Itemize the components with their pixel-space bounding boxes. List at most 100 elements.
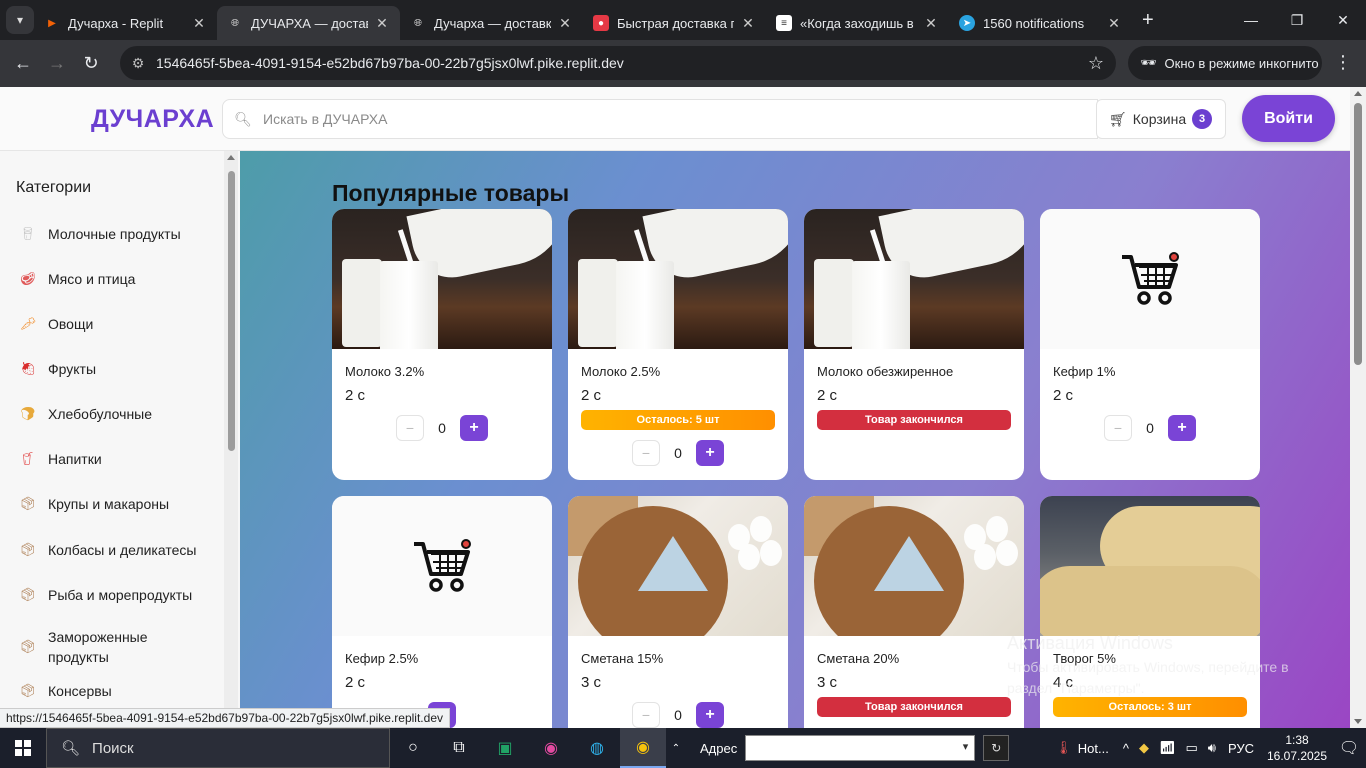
app-icon[interactable]: ◉ [528, 728, 574, 768]
sidebar-item[interactable]: 🥕︎ Овощи [18, 314, 218, 334]
decrease-button[interactable]: − [632, 702, 660, 728]
excel-icon[interactable]: ▣ [482, 728, 528, 768]
weather-label[interactable]: Hot... [1078, 741, 1109, 756]
close-icon[interactable]: ✕ [191, 15, 207, 32]
browser-toolbar: ← → ↻ ⚙ 1546465f-5bea-4091-9154-e52bd67b… [0, 40, 1366, 87]
address-input[interactable]: ▾ [745, 735, 976, 761]
product-price: 2 с [817, 387, 838, 404]
search-input[interactable]: 🔍︎ Искать в ДУЧАРХА [222, 99, 1098, 139]
tab-article[interactable]: ≡ «Когда заходишь в с ✕ [766, 6, 949, 40]
product-image[interactable] [332, 209, 552, 349]
page-scrollbar[interactable] [1350, 87, 1366, 728]
sidebar-item[interactable]: 🥤︎ Напитки [18, 449, 218, 469]
product-card[interactable]: Молоко 2.5% 2 с Осталось: 5 шт −0 + [568, 209, 788, 480]
sidebar-scrollbar[interactable] [224, 151, 238, 728]
start-button[interactable] [0, 740, 46, 756]
product-image[interactable] [1040, 496, 1260, 636]
cortana-icon[interactable]: ○ [390, 728, 436, 768]
taskbar-search[interactable]: 🔍︎ Поиск [46, 728, 390, 768]
decrease-button[interactable]: − [632, 440, 660, 466]
close-icon[interactable]: ✕ [557, 15, 573, 32]
task-view-icon[interactable]: ⧉ [436, 728, 482, 768]
product-name: Сметана 15% [581, 651, 664, 666]
product-image[interactable] [1040, 209, 1260, 349]
forward-icon[interactable]: → [40, 53, 74, 74]
product-image[interactable] [332, 496, 552, 636]
sidebar-item[interactable]: 📦︎ Рыба и морепродукты [18, 585, 218, 605]
tab-telegram[interactable]: ➤ 1560 notifications ✕ [949, 6, 1132, 40]
close-window-icon[interactable]: ✕ [1320, 0, 1366, 40]
windows-taskbar: 🔍︎ Поиск ○ ⧉ ▣ ◉ ◍ ◉ ⌃ Адрес ▾ ↻ 🌡︎ Hot.… [0, 728, 1366, 768]
sidebar-item[interactable]: 🥩︎ Мясо и птица [18, 269, 218, 289]
decrease-button[interactable]: − [396, 415, 424, 441]
close-icon[interactable]: ✕ [1106, 15, 1122, 32]
taskbar-search-label: Поиск [92, 739, 134, 757]
notifications-icon[interactable]: 🗨︎ [1332, 738, 1366, 758]
site-logo[interactable]: ДУЧАРХА [91, 105, 214, 134]
back-icon[interactable]: ← [6, 53, 40, 74]
tab-search-button[interactable]: ▾ [6, 6, 34, 34]
chevron-up-icon[interactable]: ^ [1123, 741, 1129, 756]
box-icon: 📦︎ [19, 587, 37, 602]
close-icon[interactable]: ✕ [740, 15, 756, 32]
cart-placeholder-icon [414, 539, 471, 592]
bookmark-star-icon[interactable]: ☆ [1076, 53, 1116, 74]
volume-icon[interactable]: 🔊︎ [1208, 740, 1216, 756]
sidebar-item[interactable]: 🥛︎ Молочные продукты [18, 224, 218, 244]
product-card[interactable]: Сметана 15% 3 с −0 + [568, 496, 788, 728]
increase-button[interactable]: + [696, 702, 724, 728]
product-card[interactable]: Кефир 1% 2 с −0 + [1040, 209, 1260, 480]
product-card[interactable]: Молоко обезжиренное 2 с Товар закончился [804, 209, 1024, 480]
language-indicator[interactable]: РУС [1228, 741, 1254, 756]
address-bar[interactable]: ⚙ 1546465f-5bea-4091-9154-e52bd67b97ba-0… [120, 46, 1116, 80]
incognito-indicator[interactable]: 🕶︎ Окно в режиме инкогнито [1128, 46, 1322, 80]
new-tab-button[interactable]: + [1142, 9, 1154, 32]
site-info-icon[interactable]: ⚙ [120, 55, 156, 72]
taskbar-scroll-icon[interactable]: ⌃ [666, 728, 686, 768]
sidebar-item-label: Хлебобулочные [48, 406, 153, 422]
product-image[interactable] [568, 496, 788, 636]
increase-button[interactable]: + [460, 415, 488, 441]
chrome-icon[interactable]: ◉ [620, 728, 666, 768]
product-name: Кефир 1% [1053, 364, 1116, 379]
maximize-icon[interactable]: ❐ [1274, 0, 1320, 40]
reload-icon[interactable]: ↻ [74, 53, 108, 74]
product-card[interactable]: Сметана 20% 3 с Товар закончился [804, 496, 1024, 728]
menu-icon[interactable]: ⋮ [1334, 52, 1352, 73]
sidebar-item[interactable]: 📦︎ Крупы и макароны [18, 494, 218, 514]
windows-activation-text: Чтобы активировать Windows, перейдите в … [1007, 659, 1289, 696]
close-icon[interactable]: ✕ [923, 15, 939, 32]
tab-replit[interactable]: ▶ Дучарха - Replit ✕ [34, 6, 217, 40]
chevron-down-icon[interactable]: ▾ [963, 740, 969, 753]
product-card[interactable]: Кефир 2.5%2 с+ [332, 496, 552, 728]
network-icon[interactable]: 📶︎ [1159, 740, 1176, 756]
tab-fast-delivery[interactable]: ● Быстрая доставка пр ✕ [583, 6, 766, 40]
tab-title: Быстрая доставка пр [617, 15, 734, 31]
tab-ducharha-active[interactable]: 🌐︎ ДУЧАРХА — доставка ✕ [217, 6, 400, 40]
tab-ducharha[interactable]: 🌐︎ Дучарха — доставка ✕ [400, 6, 583, 40]
cart-button[interactable]: 🛒︎ Корзина 3 [1096, 99, 1226, 139]
product-name: Молоко 3.2% [345, 364, 425, 379]
close-icon[interactable]: ✕ [374, 15, 390, 32]
sidebar-item[interactable]: 📦︎ Консервы [18, 681, 218, 701]
increase-button[interactable]: + [696, 440, 724, 466]
increase-button[interactable]: + [1168, 415, 1196, 441]
product-card[interactable]: Молоко 3.2% 2 с −0 + [332, 209, 552, 480]
clock[interactable]: 1:38 16.07.2025 [1262, 732, 1332, 764]
sidebar-item[interactable]: 🍓︎ Фрукты [18, 359, 218, 379]
decrease-button[interactable]: − [1104, 415, 1132, 441]
go-icon[interactable]: ↻ [983, 735, 1010, 761]
sidebar-item[interactable]: 📦︎ Замороженные продукты [18, 627, 218, 667]
product-image[interactable] [804, 496, 1024, 636]
product-image[interactable] [568, 209, 788, 349]
url-text[interactable]: 1546465f-5bea-4091-9154-e52bd67b97ba-00-… [156, 55, 1076, 71]
sidebar-item[interactable]: 🍞︎ Хлебобулочные [18, 404, 218, 424]
battery-icon[interactable]: ▭ [1185, 740, 1197, 756]
login-button[interactable]: Войти [1242, 95, 1335, 142]
edge-icon[interactable]: ◍ [574, 728, 620, 768]
app-tray-icon[interactable]: ◆ [1139, 740, 1149, 756]
product-image[interactable] [804, 209, 1024, 349]
quantity-value: 0 [438, 420, 446, 436]
sidebar-item[interactable]: 📦︎ Колбасы и деликатесы [18, 540, 218, 560]
minimize-icon[interactable]: — [1228, 0, 1274, 40]
